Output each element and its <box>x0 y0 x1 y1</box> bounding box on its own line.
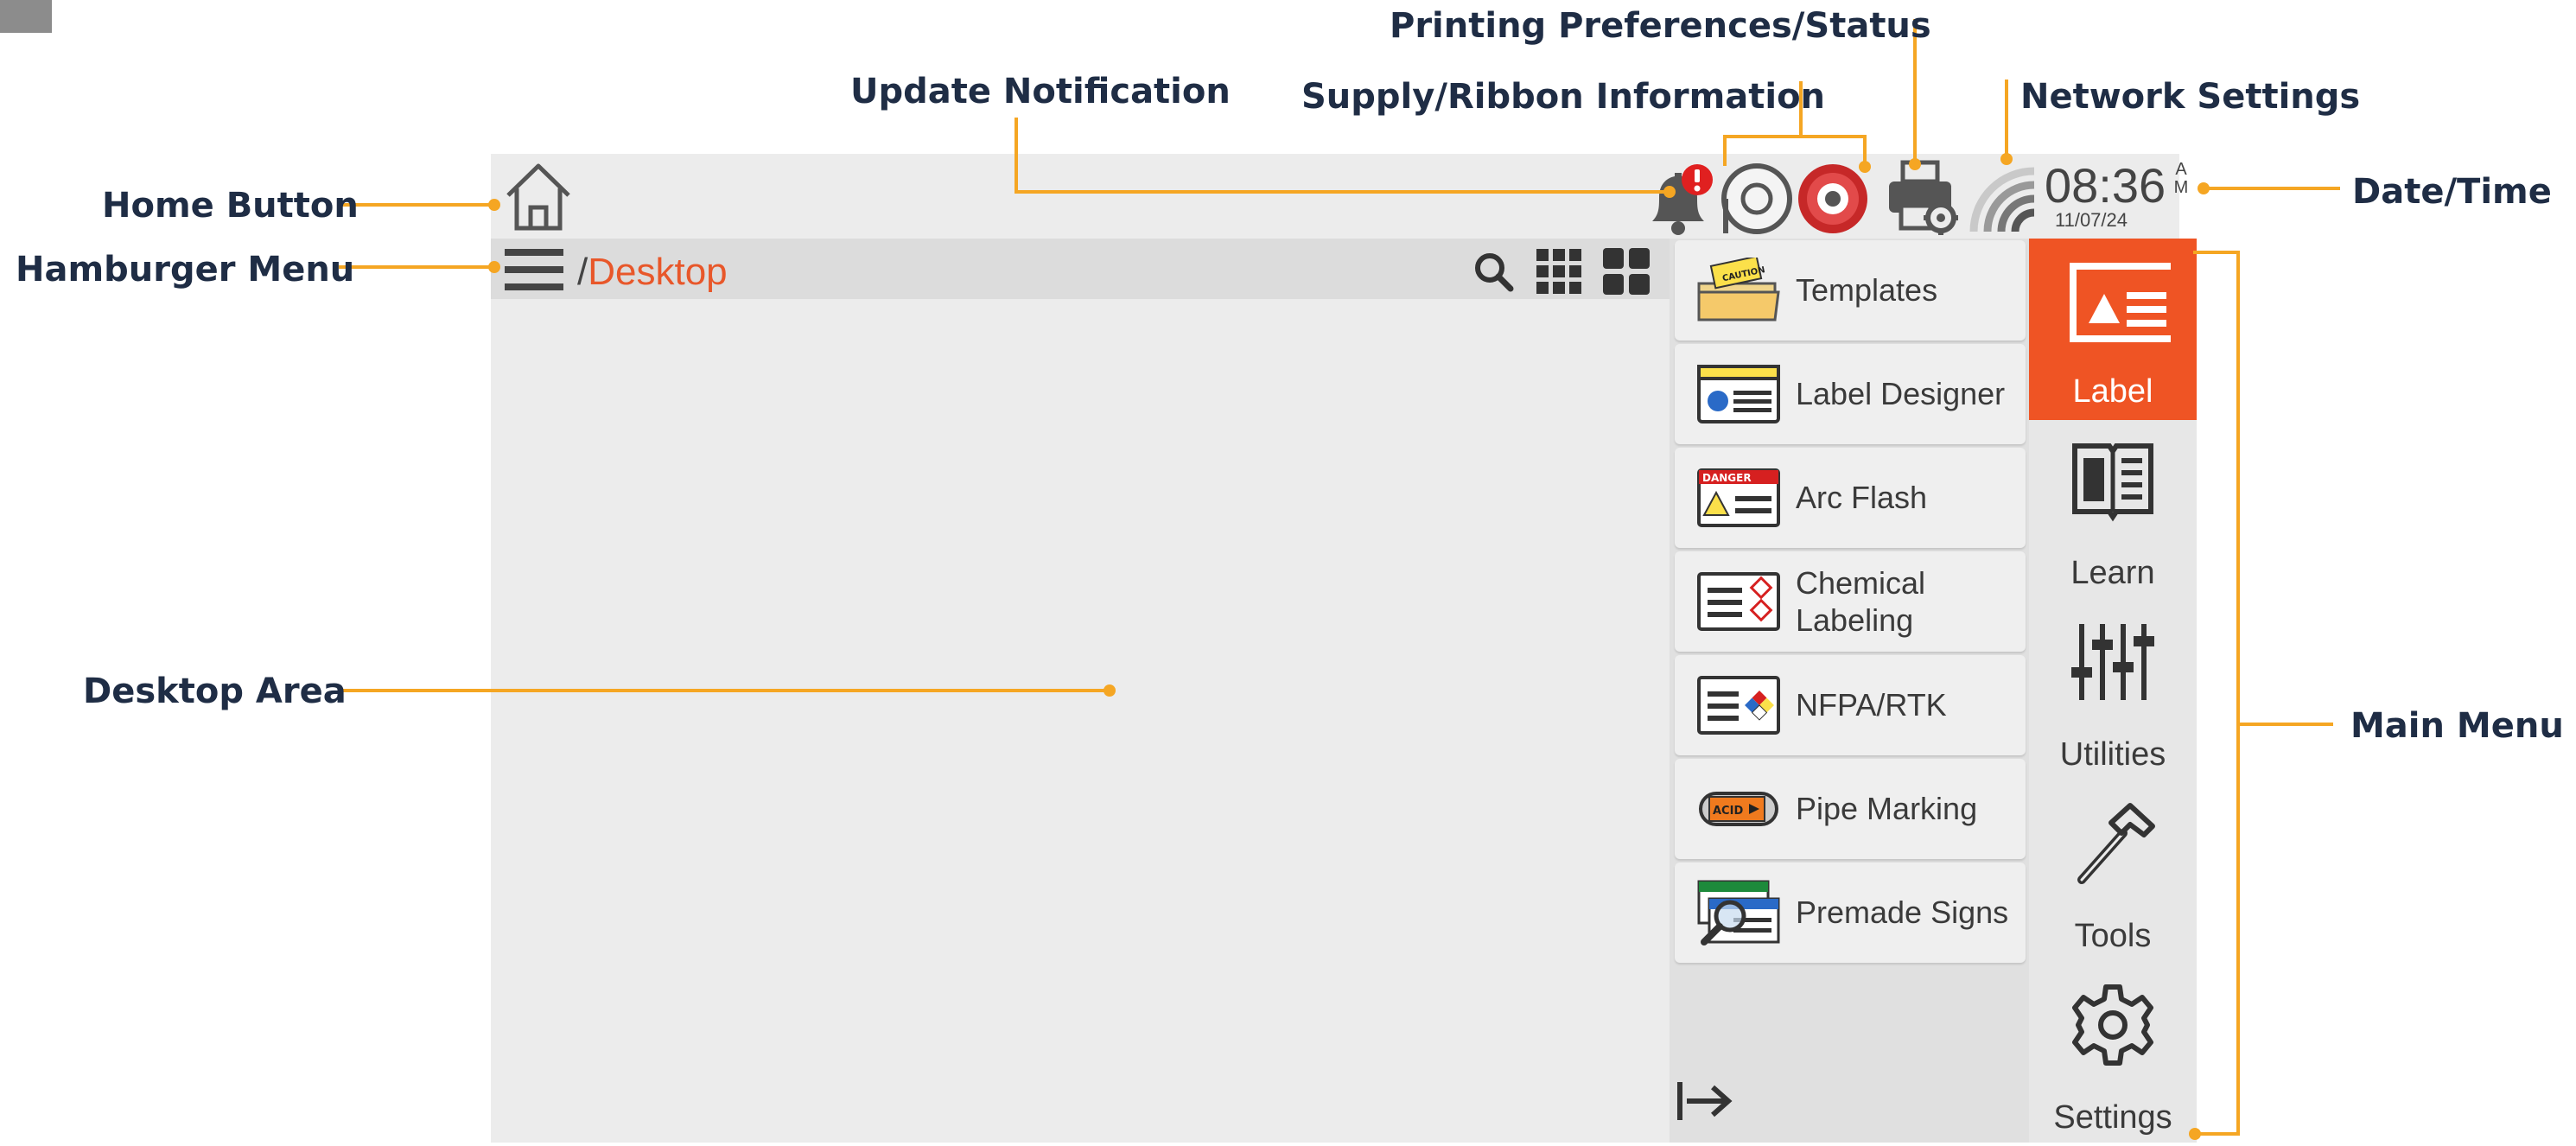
callout-dot <box>2189 1128 2201 1140</box>
callout-dot <box>488 199 500 211</box>
callout-dot <box>1859 161 1871 173</box>
callout-hamburger-menu: Hamburger Menu <box>16 250 355 290</box>
callout-dot <box>1104 684 1116 697</box>
callout-network-settings: Network Settings <box>2020 77 2361 117</box>
callout-dot <box>1663 186 1676 198</box>
callout-lines <box>339 19 2340 1136</box>
callout-date-time: Date/Time <box>2352 172 2552 212</box>
callout-dot <box>1909 158 1921 170</box>
callout-dot <box>2198 182 2210 194</box>
callout-supply-ribbon: Supply/Ribbon Information <box>1301 77 1826 117</box>
callout-dot <box>488 261 500 273</box>
callout-printing-preferences: Printing Preferences/Status <box>1390 6 1931 46</box>
callout-update-notification: Update Notification <box>850 72 1231 111</box>
callout-home-button: Home Button <box>102 186 359 226</box>
callout-dot <box>2000 153 2013 165</box>
callout-desktop-area: Desktop Area <box>83 672 347 711</box>
callout-main-menu: Main Menu <box>2350 706 2564 746</box>
